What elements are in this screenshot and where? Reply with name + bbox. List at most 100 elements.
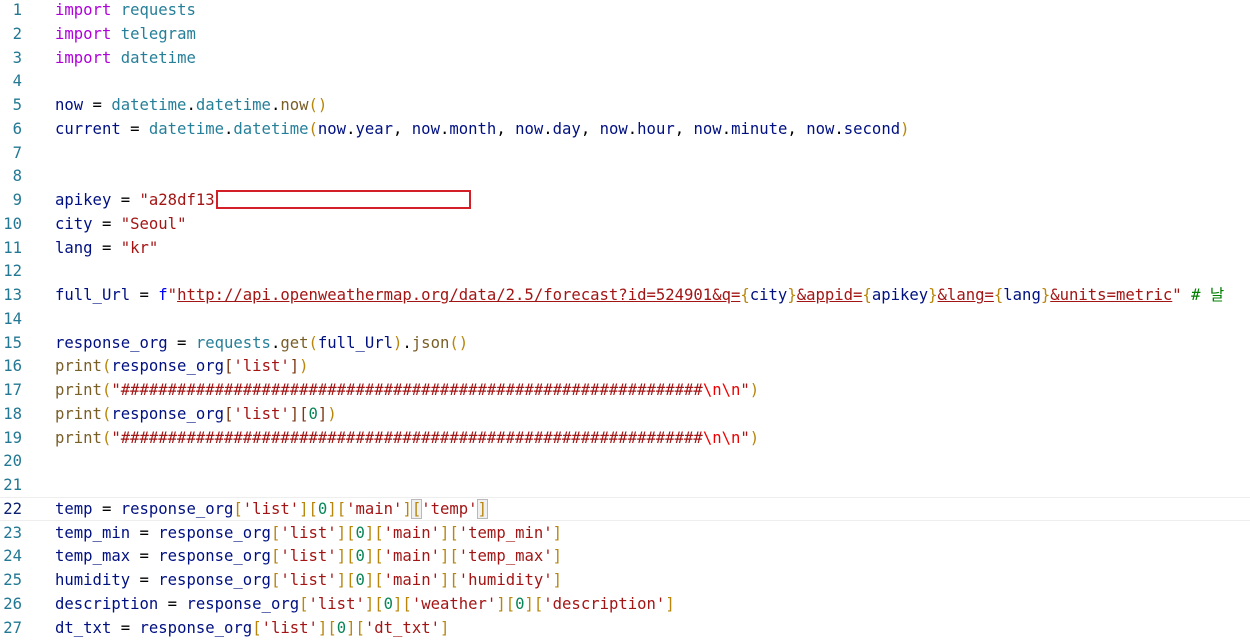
line-number: 11 xyxy=(3,238,22,257)
code-line[interactable]: 2 import telegram xyxy=(0,22,1250,46)
code-text[interactable]: response_org = requests.get(full_Url).js… xyxy=(55,331,468,355)
code-token: [ xyxy=(374,571,384,589)
code-line[interactable]: 25 humidity = response_org['list'][0]['ma… xyxy=(0,568,1250,592)
code-token: ] xyxy=(496,594,506,613)
code-token: ] xyxy=(317,404,328,423)
line-number: 15 xyxy=(3,333,22,352)
code-text[interactable]: print(response_org['list']) xyxy=(55,354,309,378)
code-line[interactable]: 24 temp_max = response_org['list'][0]['ma… xyxy=(0,544,1250,568)
code-token: () xyxy=(308,96,328,114)
code-token: " xyxy=(1172,286,1182,304)
code-text[interactable]: current = datetime.datetime(now.year, no… xyxy=(55,117,910,141)
code-token: 'main' xyxy=(346,499,403,518)
code-text[interactable]: apikey = "a28df13 xyxy=(55,188,215,212)
code-token: now xyxy=(806,119,835,138)
code-text[interactable]: print(response_org['list'][0]) xyxy=(55,402,337,426)
line-number: 22 xyxy=(3,499,22,518)
code-token: = xyxy=(111,191,140,209)
code-token: 0 xyxy=(355,571,365,589)
code-line[interactable]: 6 current = datetime.datetime(now.year, n… xyxy=(0,117,1250,141)
code-line[interactable]: 23 temp_min = response_org['list'][0]['ma… xyxy=(0,521,1250,545)
code-token: city xyxy=(749,286,788,304)
code-token: = xyxy=(158,594,187,613)
code-token: full_Url xyxy=(55,286,131,304)
code-line[interactable]: 11 lang = "kr" xyxy=(0,236,1250,260)
code-token: [ xyxy=(402,594,412,613)
code-token: [ xyxy=(374,547,384,566)
code-line[interactable]: 12 xyxy=(0,259,1250,283)
line-number: 17 xyxy=(3,381,22,399)
code-editor[interactable]: 1 import requests 2 import telegram 3 import … xyxy=(0,0,1250,641)
code-token: ( xyxy=(101,357,112,376)
code-text[interactable]: print("#################################… xyxy=(55,426,759,450)
line-number: 7 xyxy=(12,143,22,162)
code-token: { xyxy=(740,286,750,304)
code-line[interactable]: 27 dt_txt = response_org['list'][0]['dt_t… xyxy=(0,616,1250,640)
code-token: import xyxy=(55,24,112,43)
code-line[interactable]: 5 now = datetime.datetime.now() xyxy=(0,93,1250,117)
code-line[interactable]: 13 full_Url = f"http://api.openweathermap… xyxy=(0,283,1250,307)
code-line[interactable]: 16 print(response_org['list']) xyxy=(0,354,1250,378)
code-line[interactable]: 20 xyxy=(0,449,1250,473)
code-token: = xyxy=(130,523,159,542)
code-line[interactable]: 1 import requests xyxy=(0,0,1250,22)
code-line[interactable]: 9 apikey = "a28df13 xyxy=(0,188,1250,212)
code-text[interactable]: full_Url = f"http://api.openweathermap.o… xyxy=(55,283,1224,307)
code-line[interactable]: 26 description = response_org['list'][0][… xyxy=(0,592,1250,616)
code-line[interactable]: 10 city = "Seoul" xyxy=(0,212,1250,236)
code-token: . xyxy=(270,333,281,352)
code-line[interactable]: 17 print("###############################… xyxy=(0,378,1250,402)
code-token: [ xyxy=(336,499,347,518)
code-token: [ xyxy=(308,499,318,518)
code-line[interactable]: 3 import datetime xyxy=(0,46,1250,70)
code-token: = xyxy=(130,571,159,589)
code-text[interactable]: temp = response_org['list'][0]['main']['… xyxy=(55,497,488,521)
code-token: ] xyxy=(665,594,675,613)
code-line[interactable]: 19 print("###############################… xyxy=(0,426,1250,450)
code-token: [ xyxy=(374,523,384,542)
code-line[interactable]: 14 xyxy=(0,307,1250,331)
code-text[interactable]: print("#################################… xyxy=(55,378,759,402)
code-text[interactable]: city = "Seoul" xyxy=(55,212,186,236)
code-token: () xyxy=(449,333,469,352)
code-line[interactable]: 7 xyxy=(0,141,1250,165)
code-line[interactable]: 18 print(response_org['list'][0]) xyxy=(0,402,1250,426)
code-token: response_org xyxy=(139,618,253,637)
line-number: 14 xyxy=(3,309,22,328)
code-text[interactable]: humidity = response_org['list'][0]['main… xyxy=(55,568,562,592)
code-text[interactable]: temp_min = response_org['list'][0]['main… xyxy=(55,521,562,545)
code-token: city xyxy=(55,214,93,233)
code-token: = xyxy=(167,333,196,352)
code-text[interactable]: dt_txt = response_org['list'][0]['dt_txt… xyxy=(55,616,449,640)
code-token: = xyxy=(130,547,159,566)
code-text[interactable]: import datetime xyxy=(55,46,196,70)
code-line[interactable]: 15 response_org = requests.get(full_Url).… xyxy=(0,331,1250,355)
code-text[interactable]: description = response_org['list'][0]['w… xyxy=(55,592,675,616)
code-token: , xyxy=(674,119,694,138)
code-token: datetime xyxy=(120,48,196,67)
code-line[interactable]: 4 xyxy=(0,69,1250,93)
code-token: print xyxy=(55,357,102,376)
code-token: = xyxy=(92,214,121,233)
code-token: . xyxy=(834,119,844,138)
code-line[interactable]: 22 temp = response_org['list'][0]['main']… xyxy=(0,497,1250,521)
code-token: , xyxy=(787,119,807,138)
code-token: ( xyxy=(101,404,112,423)
code-text[interactable]: now = datetime.datetime.now() xyxy=(55,93,327,117)
code-text[interactable]: temp_max = response_org['list'][0]['main… xyxy=(55,544,562,568)
code-token: 'temp_max' xyxy=(458,547,553,566)
code-token: import xyxy=(55,1,112,19)
code-token: now xyxy=(693,119,722,138)
code-token: telegram xyxy=(120,24,196,43)
code-token: . xyxy=(224,119,234,138)
code-text[interactable]: import telegram xyxy=(55,22,196,46)
code-token: apikey xyxy=(55,191,112,209)
code-token: \n\n xyxy=(702,381,741,399)
code-token: ( xyxy=(308,333,318,352)
code-text[interactable]: import requests xyxy=(55,0,196,22)
code-text[interactable]: lang = "kr" xyxy=(55,236,158,260)
code-line[interactable]: 21 xyxy=(0,473,1250,497)
code-line[interactable]: 8 xyxy=(0,164,1250,188)
